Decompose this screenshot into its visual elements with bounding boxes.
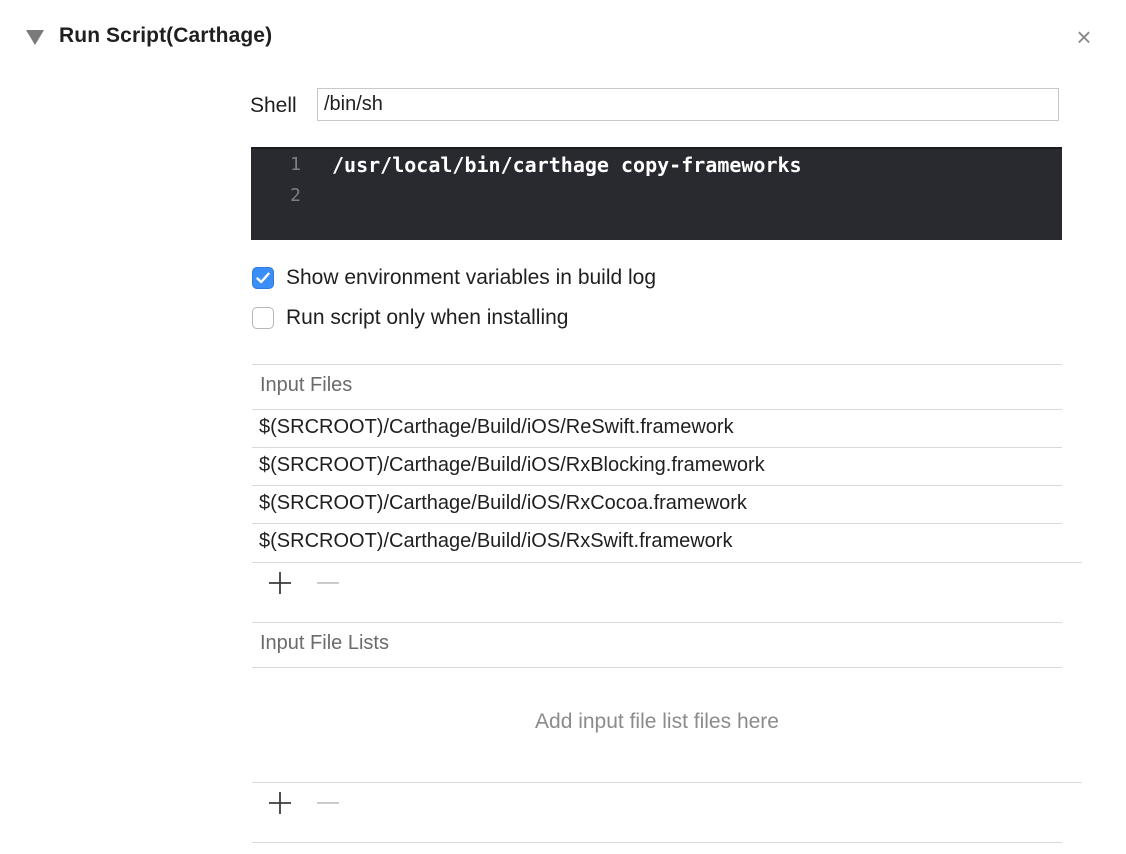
divider [252,622,1062,623]
input-files-header: Input Files [260,374,353,396]
input-file-lists-placeholder: Add input file list files here [535,710,779,733]
line-code[interactable]: /usr/local/bin/carthage copy-frameworks [332,149,802,181]
phase-title[interactable]: Run Script(Carthage) [59,24,272,48]
script-line: 1 /usr/local/bin/carthage copy-framework… [251,149,1062,181]
divider [252,562,1082,563]
show-env-vars-label: Show environment variables in build log [286,266,657,289]
disclosure-triangle-icon[interactable] [26,30,44,45]
show-env-vars-checkbox[interactable] [252,267,274,289]
divider [252,364,1062,365]
line-number: 1 [290,154,301,175]
minus-icon [317,582,339,584]
divider [252,667,1062,668]
plus-icon [269,572,291,594]
plus-icon [269,792,291,814]
shell-label: Shell [250,94,297,117]
add-input-file-button[interactable] [267,570,293,596]
run-on-install-option[interactable]: Run script only when installing [252,305,568,331]
divider [252,782,1082,783]
shell-input[interactable] [317,88,1059,121]
checkmark-icon [256,272,270,284]
input-file-item[interactable]: $(SRCROOT)/Carthage/Build/iOS/RxBlocking… [259,446,765,484]
run-on-install-label: Run script only when installing [286,306,569,329]
input-file-item[interactable]: $(SRCROOT)/Carthage/Build/iOS/ReSwift.fr… [259,408,734,446]
input-file-item[interactable]: $(SRCROOT)/Carthage/Build/iOS/RxCocoa.fr… [259,484,747,522]
input-file-lists-header: Input File Lists [260,632,389,654]
close-button[interactable]: × [1073,24,1095,50]
input-file-item[interactable]: $(SRCROOT)/Carthage/Build/iOS/RxSwift.fr… [259,522,732,560]
script-editor[interactable]: 1 /usr/local/bin/carthage copy-framework… [251,147,1062,240]
divider [252,842,1062,843]
run-script-phase: Run Script(Carthage) × Shell 1 /usr/loca… [0,0,1126,854]
remove-input-file-button[interactable] [315,570,341,596]
minus-icon [317,802,339,804]
remove-input-file-list-button[interactable] [315,790,341,816]
show-env-vars-option[interactable]: Show environment variables in build log [252,265,656,291]
line-number: 2 [290,185,301,206]
run-on-install-checkbox[interactable] [252,307,274,329]
script-line: 2 [251,180,1062,212]
add-input-file-list-button[interactable] [267,790,293,816]
